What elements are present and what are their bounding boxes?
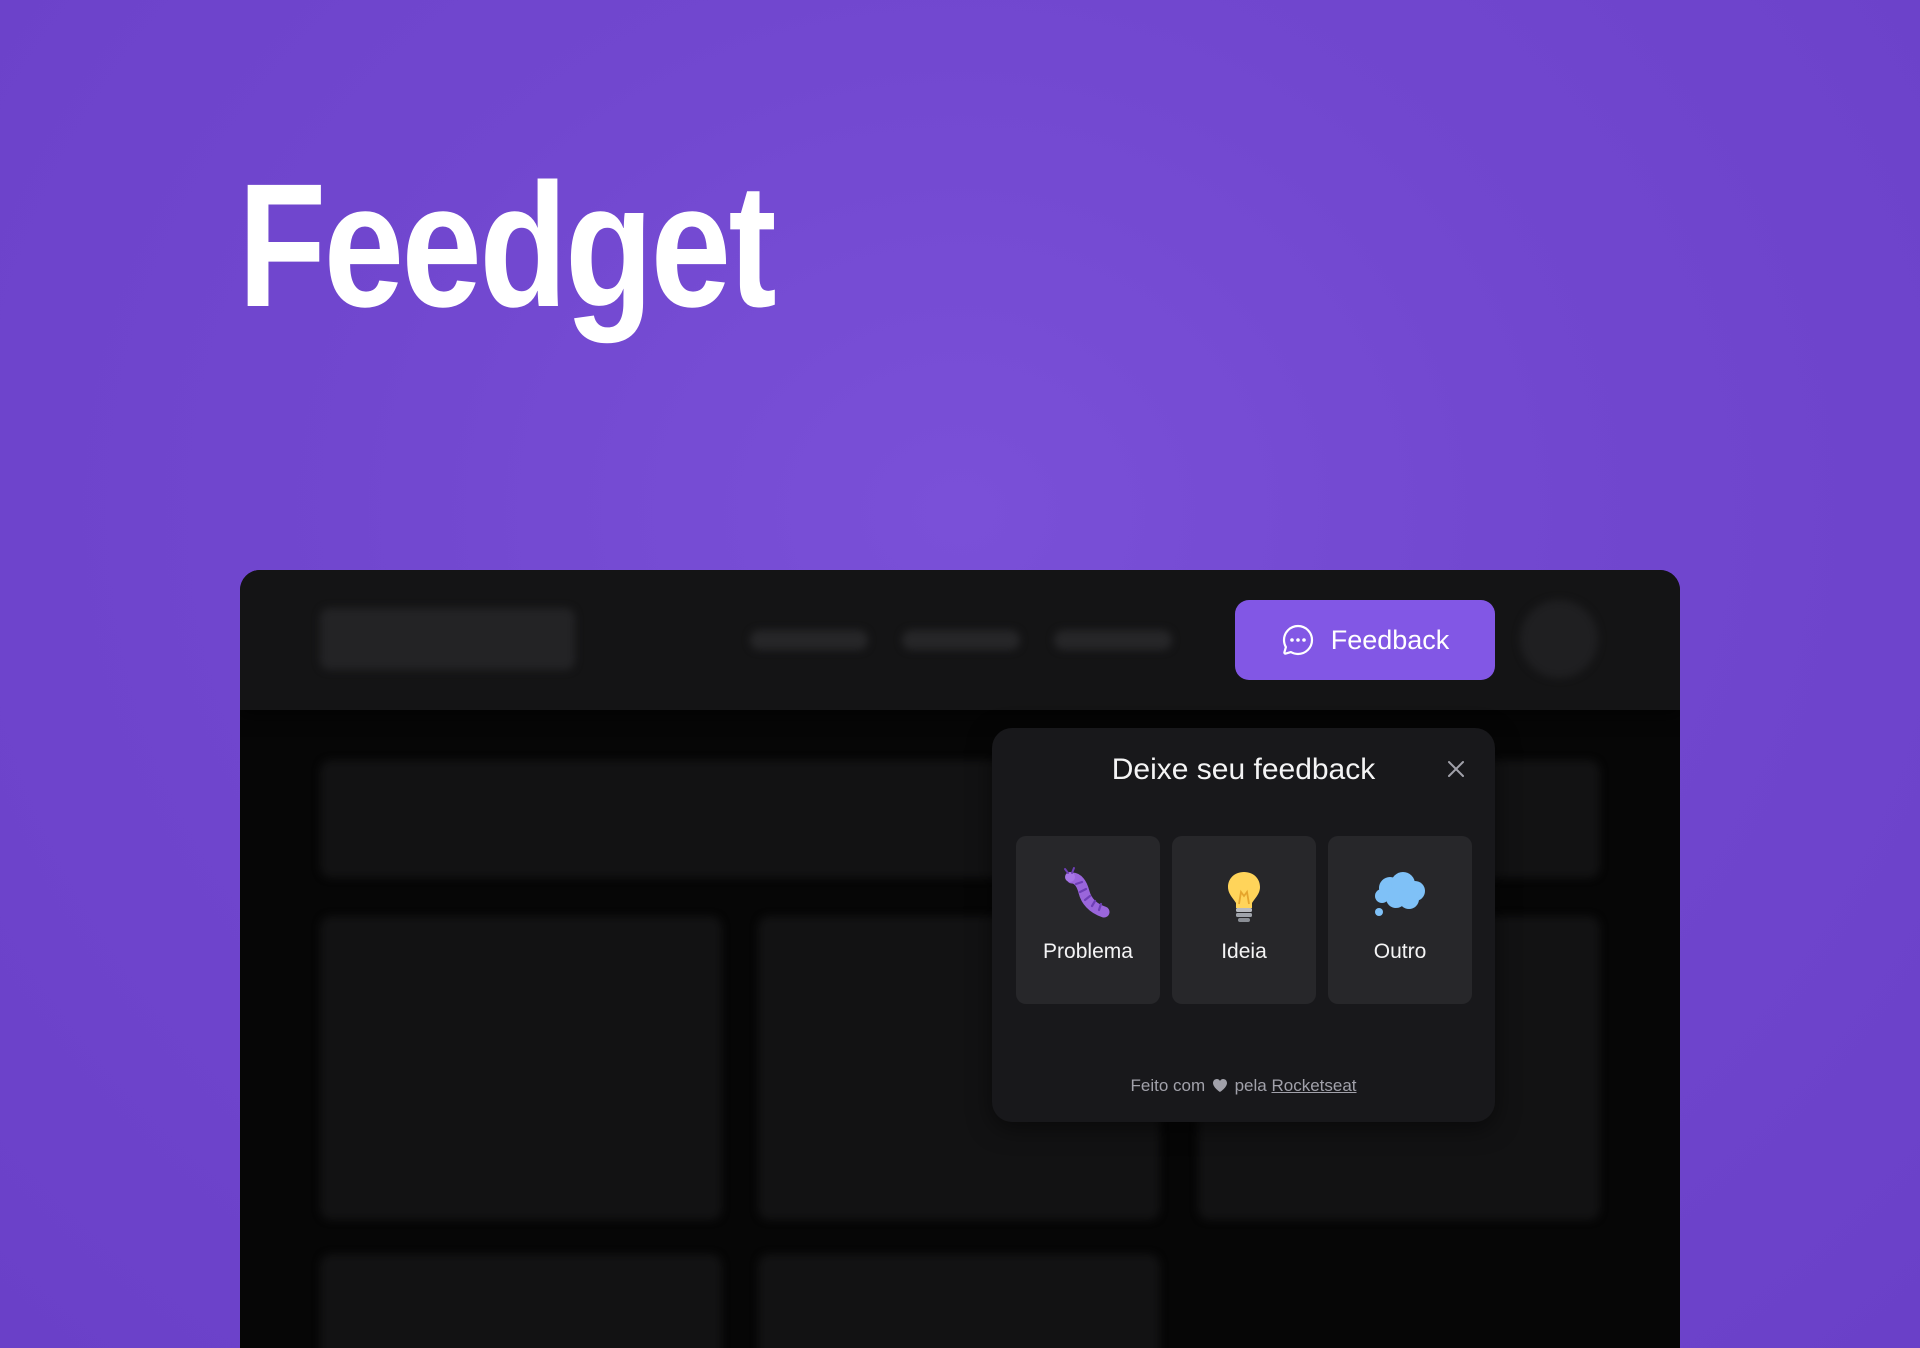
- lightbulb-icon: [1214, 866, 1274, 926]
- close-icon: [1448, 761, 1464, 777]
- feedback-button-label: Feedback: [1330, 624, 1450, 655]
- thought-cloud-icon: [1370, 866, 1430, 926]
- content-placeholder: [758, 1254, 1160, 1348]
- option-ideia[interactable]: Ideia: [1172, 836, 1316, 1004]
- option-label: Problema: [1043, 940, 1133, 963]
- app-preview-window: Feedback Deixe seu feedback Problema Ide…: [240, 570, 1680, 1348]
- content-placeholder: [320, 1254, 722, 1348]
- feedback-widget: Deixe seu feedback Problema Ideia Outro …: [992, 728, 1495, 1122]
- content-placeholder: [320, 916, 722, 1220]
- nav-placeholder: [750, 630, 868, 650]
- avatar-placeholder: [1520, 600, 1598, 678]
- feedback-type-options: Problema Ideia Outro: [1016, 836, 1472, 1004]
- chat-teardrop-dots-icon: [1281, 623, 1315, 657]
- close-button[interactable]: [1441, 754, 1471, 784]
- hero-title: Feedget: [238, 148, 777, 344]
- rocketseat-link[interactable]: Rocketseat: [1271, 1076, 1356, 1095]
- option-outro[interactable]: Outro: [1328, 836, 1472, 1004]
- heart-icon: [1212, 1078, 1228, 1098]
- widget-title: Deixe seu feedback: [1111, 753, 1376, 786]
- footer-middle: pela: [1234, 1076, 1267, 1095]
- nav-placeholder: [902, 630, 1020, 650]
- feedback-button[interactable]: Feedback: [1235, 600, 1495, 680]
- widget-footer: Feito com pela Rocketseat: [992, 1076, 1495, 1098]
- footer-prefix: Feito com: [1130, 1076, 1206, 1095]
- app-header: Feedback: [240, 570, 1680, 710]
- option-label: Ideia: [1221, 940, 1267, 963]
- nav-placeholder: [1054, 630, 1172, 650]
- option-problema[interactable]: Problema: [1016, 836, 1160, 1004]
- option-label: Outro: [1373, 940, 1427, 963]
- logo-placeholder: [320, 608, 575, 670]
- bug-icon: [1058, 866, 1118, 926]
